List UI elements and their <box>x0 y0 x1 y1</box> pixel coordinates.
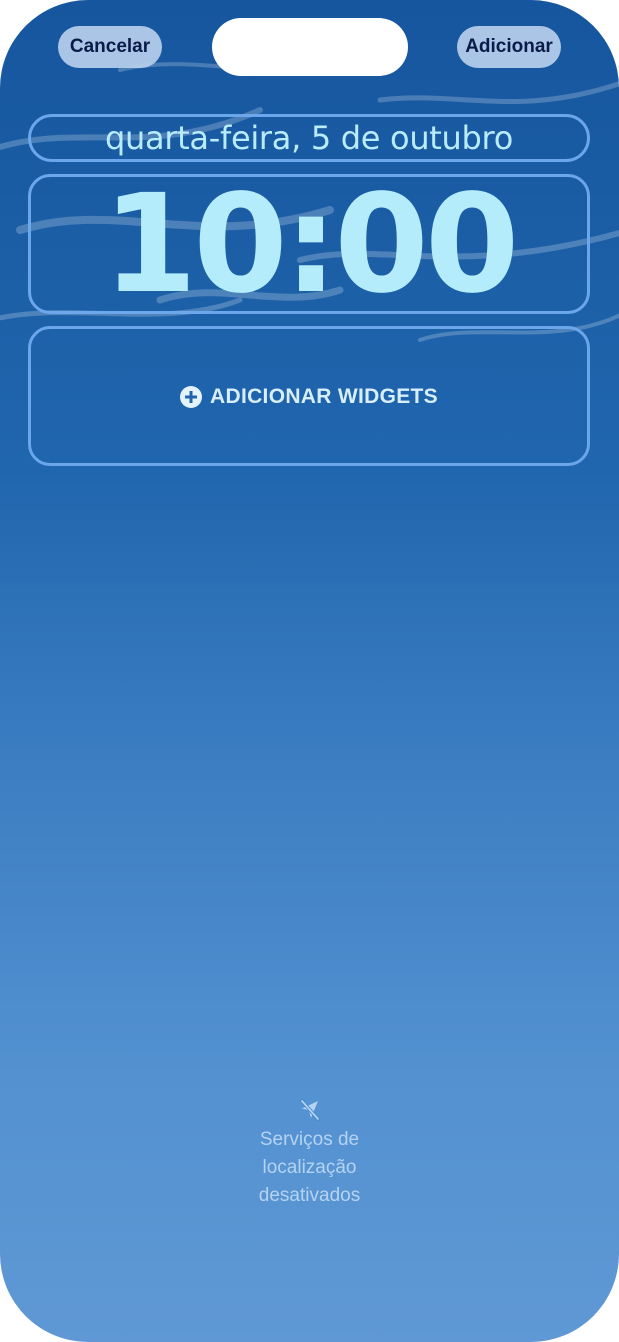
dynamic-island <box>212 18 408 76</box>
clock-time: 10:00 <box>102 166 520 324</box>
add-widgets-label: ADICIONAR WIDGETS <box>210 385 438 408</box>
lock-screen-editor: Cancelar Adicionar quarta-feira, 5 de ou… <box>0 0 619 1342</box>
date-widget-frame[interactable]: quarta-feira, 5 de outubro <box>28 114 590 162</box>
add-widgets-area[interactable]: ADICIONAR WIDGETS <box>28 326 590 466</box>
clock-frame[interactable]: 10:00 <box>28 171 590 319</box>
location-notice-line-1: Serviços de <box>259 1129 360 1150</box>
location-notice-line-3: desativados <box>258 1185 361 1206</box>
add-button[interactable]: Adicionar <box>457 26 561 68</box>
plus-circle-icon <box>180 386 203 408</box>
add-widgets-button[interactable]: ADICIONAR WIDGETS <box>31 385 587 409</box>
location-off-icon <box>299 1099 320 1121</box>
location-services-notice: Serviços de localização desativados <box>200 1098 419 1210</box>
cancel-button[interactable]: Cancelar <box>58 26 162 68</box>
location-notice-line-2: localização <box>262 1157 357 1178</box>
date-label: quarta-feira, 5 de outubro <box>105 119 513 157</box>
